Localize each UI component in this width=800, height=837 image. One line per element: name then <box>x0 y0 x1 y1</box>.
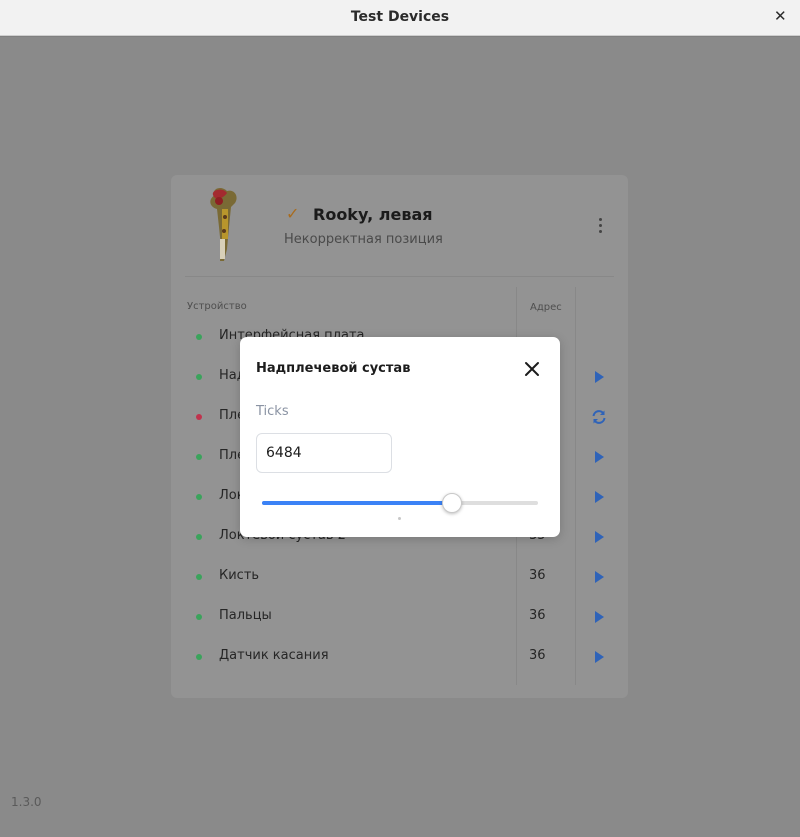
slider-fill <box>262 501 453 505</box>
dialog-title: Надплечевой сустав <box>256 361 411 376</box>
window-titlebar: Test Devices ✕ <box>0 0 800 36</box>
ticks-dialog: Надплечевой сустав Ticks <box>240 337 560 537</box>
slider-marker <box>398 517 401 520</box>
ticks-input[interactable] <box>256 433 392 473</box>
close-icon[interactable] <box>523 360 541 378</box>
ticks-label: Ticks <box>256 404 289 419</box>
window-title: Test Devices <box>350 9 450 25</box>
ticks-slider[interactable] <box>262 492 538 514</box>
slider-thumb[interactable] <box>442 493 463 513</box>
window-close-icon[interactable]: ✕ <box>774 9 788 24</box>
